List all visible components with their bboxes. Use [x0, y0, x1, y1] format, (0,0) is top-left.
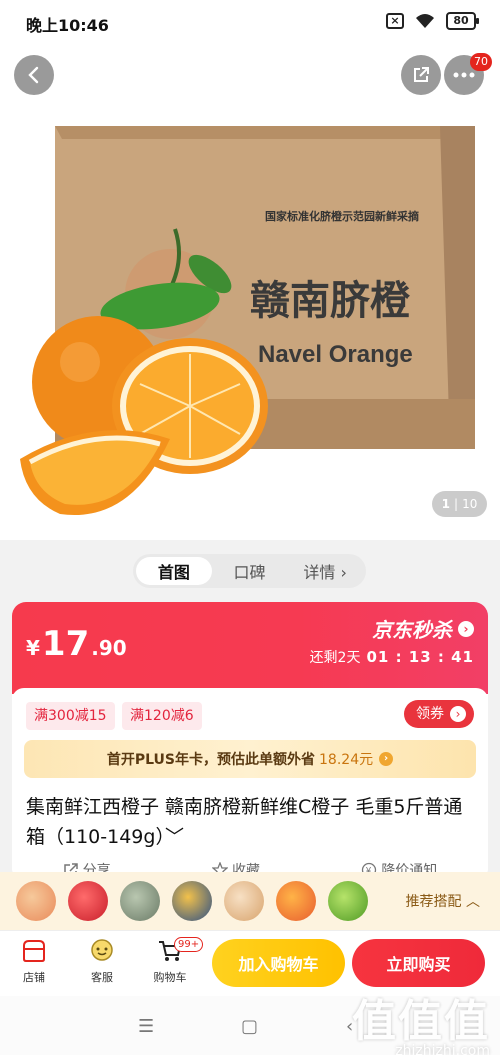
battery-icon: 80: [446, 12, 479, 30]
tab-reviews[interactable]: 口碑: [212, 557, 288, 585]
share-button[interactable]: [401, 55, 441, 95]
countdown-time: 01 : 13 : 41: [366, 648, 474, 666]
cart-label: 购物车: [153, 971, 187, 984]
status-time: 晚上10:46: [26, 16, 109, 35]
price-band: ¥ 17 .90 京东秒杀 › 还剩2天 01 : 13 : 41: [12, 602, 488, 694]
product-title[interactable]: 集南鲜江西橙子 赣南脐橙新鲜维C橙子 毛重5斤普通箱（110-149g）﹀: [26, 792, 476, 852]
recommend-strip[interactable]: 推荐搭配 ︿: [0, 872, 500, 930]
menu-icon[interactable]: ☰: [138, 1016, 154, 1037]
chevron-left-icon: [28, 66, 39, 84]
shop-button[interactable]: 店铺: [8, 937, 60, 991]
service-label: 客服: [91, 971, 113, 984]
no-sim-icon: ×: [386, 13, 404, 29]
product-photo: 国家标准化脐橙示范园新鲜采摘 赣南脐橙 Navel Orange: [20, 126, 475, 516]
seckill-link[interactable]: 京东秒杀 ›: [372, 614, 474, 643]
recommend-thumbs: [0, 881, 368, 921]
claim-coupon-button[interactable]: 领券 ›: [404, 700, 474, 728]
coupon-tag[interactable]: 满120减6: [122, 702, 202, 730]
recommend-thumb[interactable]: [276, 881, 316, 921]
recommend-thumb[interactable]: [224, 881, 264, 921]
recommend-thumb[interactable]: [172, 881, 212, 921]
add-to-cart-button[interactable]: 加入购物车: [212, 939, 345, 987]
price-decimal: .90: [91, 636, 127, 660]
status-icons: × 80: [386, 12, 479, 30]
pager-current: 1: [441, 497, 451, 511]
watermark-logo: 值值值: [352, 996, 490, 1047]
price-integer: 17: [41, 624, 90, 664]
price: ¥ 17 .90: [26, 624, 127, 664]
buy-now-button[interactable]: 立即购买: [352, 939, 485, 987]
share-icon: [414, 67, 429, 82]
home-icon[interactable]: ▢: [241, 1016, 258, 1037]
claim-label: 领券: [416, 706, 444, 722]
shop-icon: [20, 937, 48, 965]
pager-separator: |: [454, 497, 459, 511]
price-currency: ¥: [26, 636, 40, 660]
box-subtitle: Navel Orange: [258, 341, 413, 368]
recommend-thumb[interactable]: [328, 881, 368, 921]
product-image-gallery[interactable]: 国家标准化脐橙示范园新鲜采摘 赣南脐橙 Navel Orange 70 1 | …: [0, 44, 500, 540]
recommend-thumb[interactable]: [68, 881, 108, 921]
customer-service-icon: [88, 937, 116, 965]
tab-main-image[interactable]: 首图: [136, 557, 212, 585]
status-bar: 晚上10:46 × 80: [0, 0, 500, 44]
section-tabs: 首图 口碑 详情 ›: [133, 554, 366, 588]
cart-button[interactable]: 99+ 购物车: [144, 937, 204, 991]
cart-count-badge: 99+: [174, 937, 204, 952]
product-info-card: ¥ 17 .90 京东秒杀 › 还剩2天 01 : 13 : 41 满300减1…: [12, 602, 488, 882]
plus-membership-bar[interactable]: 首开PLUS年卡，预估此单额外省 18.24元 ›: [24, 740, 476, 778]
chevron-right-icon: ›: [458, 620, 474, 637]
section-tabs-bar: 首图 口碑 详情 ›: [0, 540, 500, 602]
watermark: 值值值 zhizhizhi.com: [352, 985, 490, 1055]
recommend-label[interactable]: 推荐搭配 ︿: [406, 891, 480, 911]
seckill-label: 京东秒杀: [372, 618, 452, 642]
back-button[interactable]: [14, 55, 54, 95]
box-slogan: 国家标准化脐橙示范园新鲜采摘: [265, 209, 419, 223]
wifi-icon: [416, 14, 434, 28]
card-body: 满300减15 满120减6 领券 › 首开PLUS年卡，预估此单额外省 18.…: [12, 688, 488, 882]
chevron-right-icon: ›: [450, 706, 466, 722]
more-icon: [453, 72, 475, 78]
tab-details[interactable]: 详情 ›: [287, 557, 363, 585]
recommend-thumb[interactable]: [16, 881, 56, 921]
shop-label: 店铺: [23, 971, 45, 984]
pager-total: 10: [462, 497, 478, 511]
plus-amount: 18.24元: [319, 752, 374, 768]
box-title: 赣南脐橙: [250, 278, 411, 324]
countdown-prefix: 还剩2天: [309, 650, 361, 666]
image-pager: 1 | 10: [432, 491, 487, 517]
plus-text: 首开PLUS年卡，预估此单额外省: [106, 752, 316, 768]
countdown: 还剩2天 01 : 13 : 41: [310, 647, 474, 667]
chevron-right-icon: ›: [379, 752, 394, 766]
message-count-badge: 70: [470, 53, 492, 71]
coupon-tag[interactable]: 满300减15: [26, 702, 115, 730]
service-button[interactable]: 客服: [76, 937, 128, 991]
recommend-thumb[interactable]: [120, 881, 160, 921]
